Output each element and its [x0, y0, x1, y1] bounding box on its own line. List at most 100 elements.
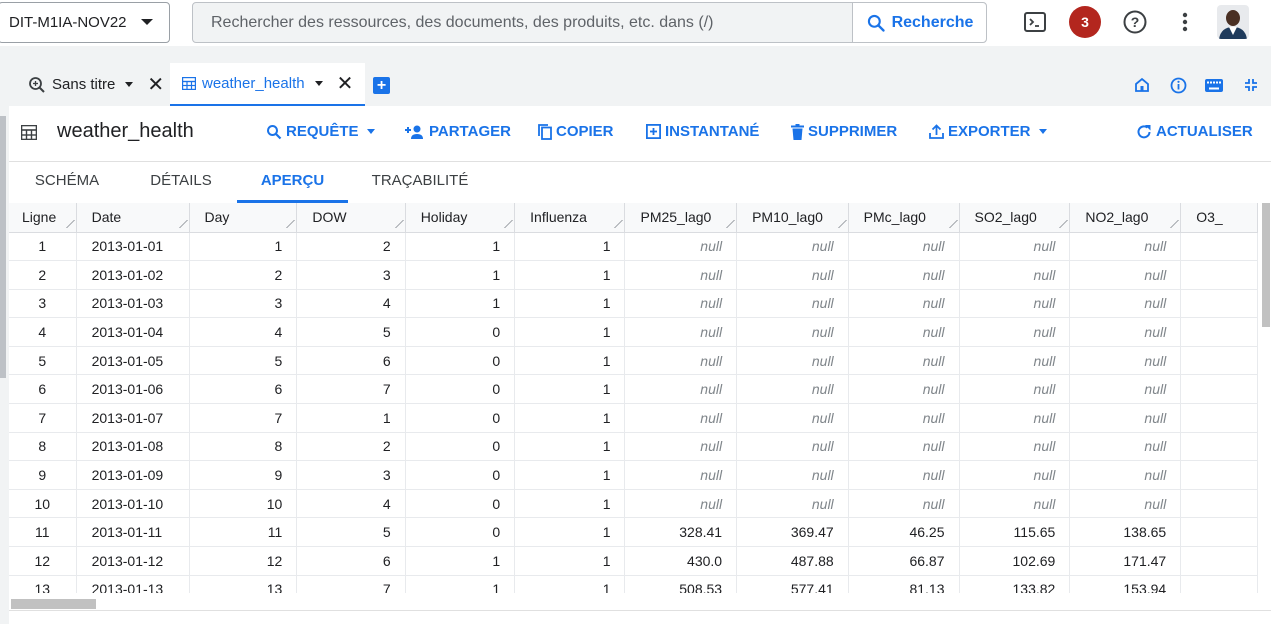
null-cell: null: [736, 432, 849, 462]
chevron-down-icon[interactable]: [314, 81, 323, 86]
delete-button[interactable]: SUPPRIMER: [791, 123, 897, 140]
resize-handle-icon[interactable]: [719, 219, 736, 228]
resize-handle-icon[interactable]: [279, 219, 296, 228]
vertical-scrollbar[interactable]: [1258, 203, 1271, 593]
tab-sans-titre[interactable]: Sans titre ✕: [16, 63, 176, 106]
tab-lineage[interactable]: TRAÇABILITÉ: [361, 162, 479, 203]
table-cell: 1: [514, 317, 626, 347]
resize-handle-icon[interactable]: [830, 219, 847, 228]
null-cell: null: [624, 432, 738, 462]
close-icon[interactable]: ✕: [337, 74, 354, 94]
snapshot-button[interactable]: INSTANTANÉ: [646, 123, 759, 140]
add-tab-icon[interactable]: +: [373, 77, 390, 94]
table-row: 8 2013-01-08 8 2 0 1 null null null null null: [9, 432, 1258, 462]
column-header[interactable]: Influenza: [514, 203, 626, 233]
table-cell: 0: [405, 346, 516, 376]
null-cell: null: [736, 317, 849, 347]
null-cell: null: [736, 346, 849, 376]
column-header[interactable]: PMc_lag0: [848, 203, 960, 233]
table-cell: 508.53: [624, 575, 738, 593]
vertical-scroll-thumb[interactable]: [1262, 203, 1270, 327]
copy-button[interactable]: COPIER: [538, 123, 614, 140]
table-cell: 1: [514, 403, 626, 433]
table-row: 6 2013-01-06 6 7 0 1 null null null null null: [9, 374, 1258, 405]
more-vert-icon[interactable]: [1171, 8, 1199, 36]
search-icon: [867, 14, 885, 32]
column-header[interactable]: O3_: [1180, 203, 1258, 233]
home-icon[interactable]: [1133, 76, 1151, 94]
project-selector[interactable]: DIT-M1IA-NOV22: [0, 2, 170, 43]
column-header[interactable]: PM25_lag0: [624, 203, 738, 233]
table-cell: 0: [405, 403, 516, 433]
query-button[interactable]: REQUÊTE: [266, 123, 375, 140]
query-icon: [29, 76, 45, 93]
null-cell: null: [736, 374, 849, 405]
notification-badge[interactable]: 3: [1069, 6, 1101, 38]
snapshot-icon: [646, 124, 661, 139]
resize-handle-icon[interactable]: [1052, 219, 1069, 228]
table-cell-empty: [1180, 260, 1258, 290]
refresh-button[interactable]: ACTUALISER: [1136, 123, 1253, 140]
table-cell-empty: [1180, 232, 1258, 262]
row-number: 11: [9, 517, 77, 548]
table-cell-empty: [1180, 460, 1258, 490]
tab-label: Sans titre: [52, 76, 116, 93]
null-cell: null: [624, 489, 738, 519]
null-cell: null: [848, 260, 960, 290]
column-header[interactable]: Date: [76, 203, 190, 233]
collapse-icon[interactable]: [1242, 76, 1260, 94]
tab-schema[interactable]: SCHÉMA: [23, 162, 111, 203]
resize-handle-icon[interactable]: [58, 219, 75, 228]
cloud-shell-icon[interactable]: [1021, 8, 1049, 36]
table-cell: 1: [514, 232, 626, 262]
column-header[interactable]: Ligne: [9, 203, 77, 233]
tab-preview[interactable]: APERÇU: [237, 162, 348, 203]
search-button[interactable]: Recherche: [852, 3, 986, 42]
resize-handle-icon[interactable]: [1163, 219, 1180, 228]
table-cell: 2013-01-08: [76, 432, 190, 462]
horizontal-scrollbar[interactable]: [9, 593, 1271, 611]
top-bar: DIT-M1IA-NOV22 Recherche 3 ?: [0, 0, 1271, 46]
resize-handle-icon[interactable]: [171, 219, 188, 228]
help-icon[interactable]: ?: [1121, 8, 1149, 36]
resize-handle-icon[interactable]: [607, 219, 624, 228]
keyboard-icon[interactable]: [1205, 76, 1223, 94]
resize-handle-icon[interactable]: [941, 219, 958, 228]
info-icon[interactable]: [1169, 76, 1187, 94]
table-cell: 1: [405, 289, 516, 319]
column-header[interactable]: NO2_lag0: [1069, 203, 1182, 233]
table-cell: 8: [189, 432, 298, 462]
tab-weather-health[interactable]: weather_health ✕: [170, 63, 366, 106]
table-cell: 2013-01-02: [76, 260, 190, 290]
share-button[interactable]: PARTAGER: [405, 123, 511, 140]
row-number: 1: [9, 232, 77, 262]
avatar[interactable]: [1217, 5, 1249, 39]
svg-text:?: ?: [1131, 14, 1140, 30]
column-header[interactable]: DOW: [296, 203, 406, 233]
table-cell: 1: [189, 232, 298, 262]
footer: [9, 611, 1271, 624]
left-scrollbar[interactable]: [0, 116, 6, 378]
table-cell: 2: [296, 432, 406, 462]
upload-icon: [929, 124, 944, 139]
column-header[interactable]: Day: [189, 203, 298, 233]
resize-handle-icon[interactable]: [497, 219, 514, 228]
horizontal-scroll-thumb[interactable]: [11, 599, 96, 609]
column-header[interactable]: Holiday: [405, 203, 516, 233]
null-cell: null: [959, 232, 1071, 262]
export-button[interactable]: EXPORTER: [929, 123, 1047, 140]
search-input[interactable]: [193, 3, 852, 42]
chevron-down-icon[interactable]: [125, 82, 134, 87]
table-cell-empty: [1180, 317, 1258, 347]
column-header[interactable]: SO2_lag0: [959, 203, 1071, 233]
column-header[interactable]: PM10_lag0: [736, 203, 849, 233]
null-cell: null: [624, 346, 738, 376]
tab-details[interactable]: DÉTAILS: [135, 162, 227, 203]
close-icon[interactable]: ✕: [147, 75, 164, 95]
null-cell: null: [736, 460, 849, 490]
null-cell: null: [848, 374, 960, 405]
null-cell: null: [848, 432, 960, 462]
table-row: 4 2013-01-04 4 5 0 1 null null null null null: [9, 317, 1258, 347]
resize-handle-icon[interactable]: [387, 219, 404, 228]
null-cell: null: [1069, 489, 1182, 519]
